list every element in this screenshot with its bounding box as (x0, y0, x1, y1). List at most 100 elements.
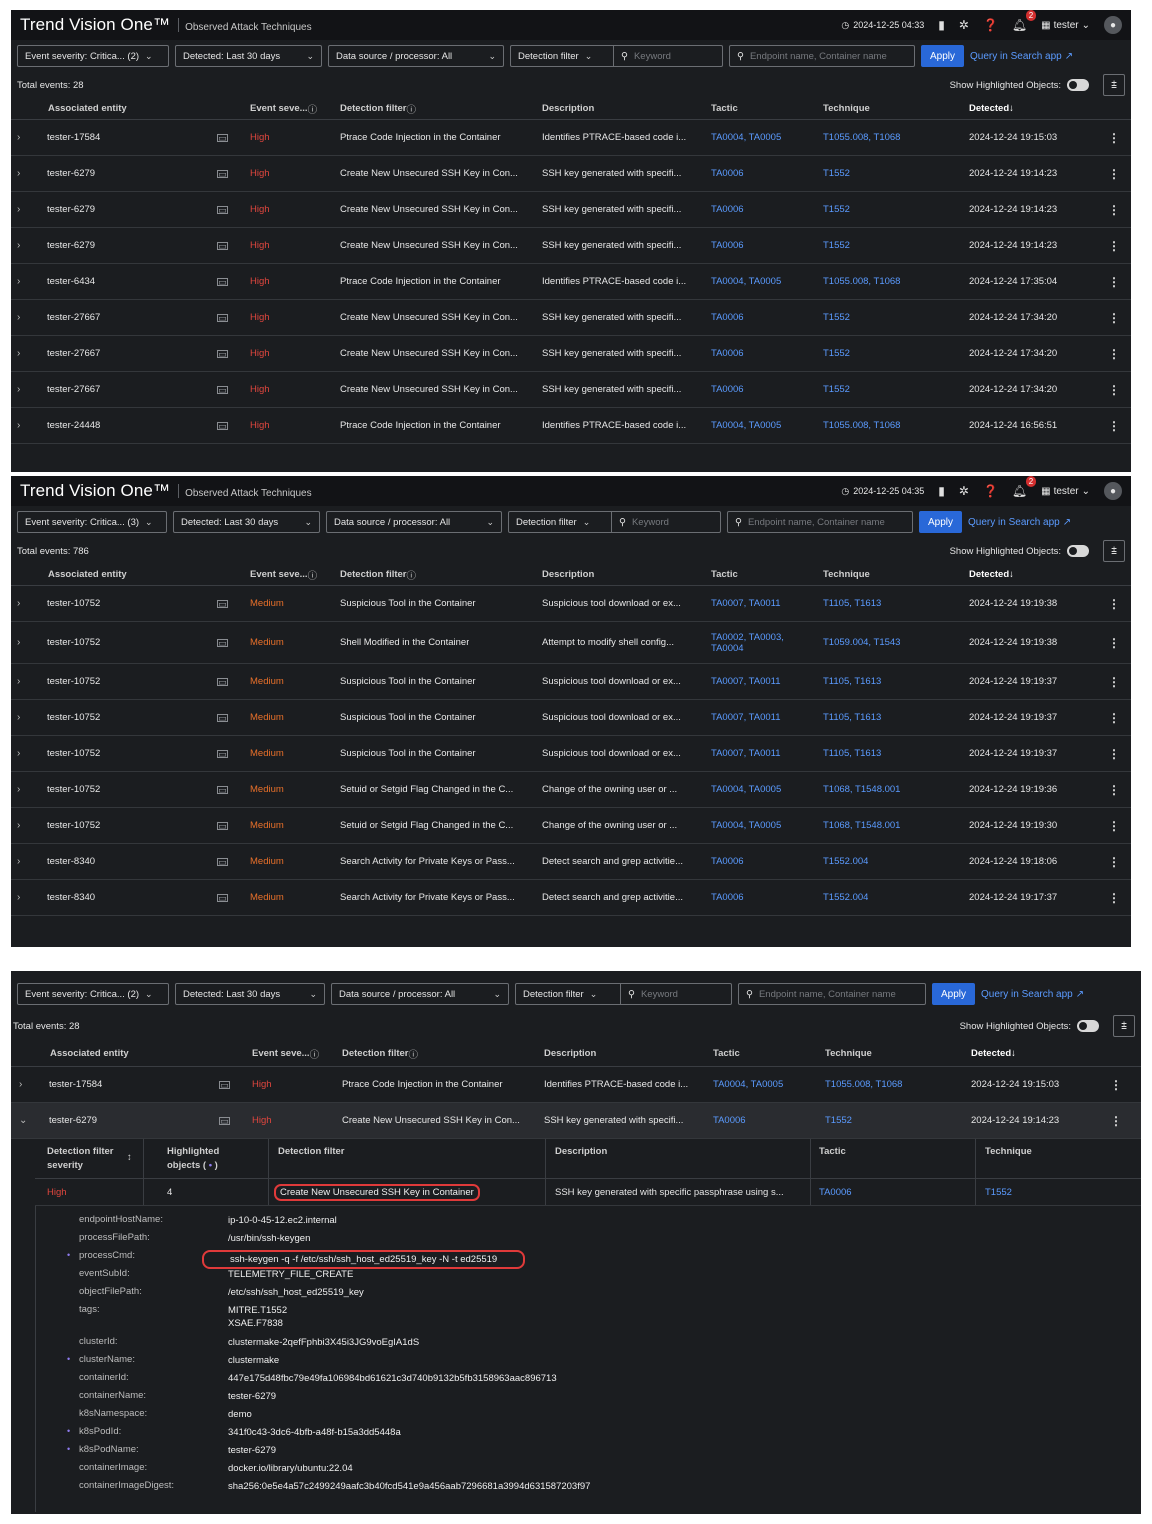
sub-detection-filter[interactable]: Create New Unsecured SSH Key in Containe… (274, 1183, 480, 1201)
detection-filter-name[interactable]: Shell Modified in the Container (340, 637, 469, 648)
detection-filter-name[interactable]: Suspicious Tool in the Container (340, 676, 476, 687)
more-actions-icon[interactable]: ⋮ (1108, 275, 1120, 289)
notification-bell-icon[interactable]: 🔔︎ 2 (1012, 476, 1037, 498)
technique-links[interactable]: T1055.008, T1068 (825, 1079, 902, 1090)
tactic-links[interactable]: TA0006 (711, 312, 744, 323)
collapse-chevron-icon[interactable]: ⌄ (19, 1115, 27, 1126)
tactic-links[interactable]: TA0002, TA0003, TA0004 (711, 632, 801, 654)
detected-filter[interactable]: Detected: Last 30 days ⌄ (173, 511, 320, 533)
apply-button[interactable]: Apply (921, 45, 965, 67)
detection-filter-name[interactable]: Search Activity for Private Keys or Pass… (340, 892, 515, 903)
more-actions-icon[interactable]: ⋮ (1108, 747, 1120, 761)
detection-filter-name[interactable]: Create New Unsecured SSH Key in Con... (340, 312, 518, 323)
technique-links[interactable]: T1552 (823, 312, 850, 323)
technique-links[interactable]: T1059.004, T1543 (823, 637, 900, 648)
table-row[interactable]: › tester-6279 ▭ High Create New Unsecured SS… (11, 156, 1131, 192)
detected-filter[interactable]: Detected: Last 30 days ⌄ (175, 983, 325, 1005)
associated-entity[interactable]: tester-6279 (47, 204, 95, 215)
data-source-filter[interactable]: Data source / processor: All ⌄ (331, 983, 509, 1005)
more-actions-icon[interactable]: ⋮ (1108, 167, 1120, 181)
col-description[interactable]: Description (544, 1041, 596, 1066)
expand-chevron-icon[interactable]: › (19, 1079, 22, 1090)
tactic-links[interactable]: TA0006 (711, 204, 744, 215)
expand-chevron-icon[interactable]: › (17, 384, 20, 395)
tactic-links[interactable]: TA0006 (711, 892, 744, 903)
endpoint-search-input[interactable]: ⚲ Endpoint name, Container name (729, 45, 915, 67)
notification-bell-icon[interactable]: 🔔︎ 2 (1012, 10, 1037, 32)
detection-filter-name[interactable]: Create New Unsecured SSH Key in Con... (340, 348, 518, 359)
tactic-links[interactable]: TA0004, TA0005 (711, 420, 781, 431)
expand-chevron-icon[interactable]: › (17, 892, 20, 903)
col-event-severity[interactable]: Event seve... ⓘ (252, 1041, 319, 1066)
detection-filter-name[interactable]: Create New Unsecured SSH Key in Con... (340, 168, 518, 179)
ai-assistant-icon[interactable]: ✲ (959, 484, 969, 498)
detection-filter-name[interactable]: Create New Unsecured SSH Key in Con... (342, 1115, 520, 1126)
table-row[interactable]: › tester-10752 ▭ Medium Shell Modified in th… (11, 622, 1131, 664)
technique-links[interactable]: T1055.008, T1068 (823, 276, 900, 287)
tactic-links[interactable]: TA0007, TA0011 (711, 748, 781, 759)
table-row[interactable]: › tester-17584 ▭ High Ptrace Code Injection … (11, 120, 1131, 156)
expand-chevron-icon[interactable]: › (17, 748, 20, 759)
detail-table-row[interactable]: High 4 Create New Unsecured SSH Key in Con… (35, 1179, 1141, 1206)
associated-entity[interactable]: tester-10752 (47, 820, 100, 831)
detection-filter-name[interactable]: Suspicious Tool in the Container (340, 598, 476, 609)
sub-technique-link[interactable]: T1552 (985, 1187, 1012, 1198)
expand-chevron-icon[interactable]: › (17, 820, 20, 831)
more-actions-icon[interactable]: ⋮ (1108, 855, 1120, 869)
associated-entity[interactable]: tester-27667 (47, 348, 100, 359)
endpoint-search-input[interactable]: ⚲ Endpoint name, Container name (727, 511, 913, 533)
technique-links[interactable]: T1552 (823, 240, 850, 251)
technique-links[interactable]: T1552 (823, 348, 850, 359)
detected-filter[interactable]: Detected: Last 30 days ⌄ (175, 45, 322, 67)
data-source-filter[interactable]: Data source / processor: All ⌄ (328, 45, 504, 67)
associated-entity[interactable]: tester-27667 (47, 384, 100, 395)
col-tactic[interactable]: Tactic (711, 564, 738, 585)
col-detected[interactable]: Detected ↓ (969, 564, 1014, 585)
associated-entity[interactable]: tester-10752 (47, 712, 100, 723)
col-description[interactable]: Description (542, 98, 594, 119)
sort-desc-icon[interactable]: ↓ (1011, 1048, 1016, 1059)
severity-filter[interactable]: Event severity: Critica... (3) ⌄ (17, 511, 167, 533)
query-search-app-link[interactable]: Query in Search app ↗ (968, 517, 1071, 528)
more-actions-icon[interactable]: ⋮ (1108, 636, 1120, 650)
expand-chevron-icon[interactable]: › (17, 168, 20, 179)
table-row[interactable]: › tester-6434 ▭ High Ptrace Code Injection i… (11, 264, 1131, 300)
expand-chevron-icon[interactable]: › (17, 856, 20, 867)
col-associated-entity[interactable]: Associated entity (48, 98, 127, 119)
tactic-links[interactable]: TA0007, TA0011 (711, 712, 781, 723)
technique-links[interactable]: T1055.008, T1068 (823, 420, 900, 431)
clear-filter-icon[interactable]: ⩲ (1113, 1015, 1135, 1037)
more-actions-icon[interactable]: ⋮ (1108, 239, 1120, 253)
associated-entity[interactable]: tester-6279 (49, 1115, 97, 1126)
keyword-input[interactable]: ⚲ Keyword (612, 511, 721, 533)
col-event-severity[interactable]: Event seve... ⓘ (250, 564, 317, 585)
highlight-toggle[interactable] (1067, 545, 1089, 557)
associated-entity[interactable]: tester-24448 (47, 420, 100, 431)
expand-chevron-icon[interactable]: › (17, 348, 20, 359)
table-row[interactable]: › tester-27667 ▭ High Create New Unsecured S… (11, 300, 1131, 336)
associated-entity[interactable]: tester-8340 (47, 856, 95, 867)
data-source-filter[interactable]: Data source / processor: All ⌄ (326, 511, 502, 533)
detection-filter-name[interactable]: Suspicious Tool in the Container (340, 712, 476, 723)
table-row[interactable]: › tester-27667 ▭ High Create New Unsecured S… (11, 372, 1131, 408)
expand-chevron-icon[interactable]: › (17, 312, 20, 323)
col-tactic[interactable]: Tactic (711, 98, 738, 119)
tactic-links[interactable]: TA0006 (711, 856, 744, 867)
sub-col-severity[interactable]: Detection filter severity ↕ (47, 1145, 132, 1173)
col-detected[interactable]: Detected ↓ (971, 1041, 1016, 1066)
technique-links[interactable]: T1068, T1548.001 (823, 784, 900, 795)
tactic-links[interactable]: TA0006 (711, 348, 744, 359)
table-row[interactable]: › tester-8340 ▭ Medium Search Activity for P… (11, 844, 1131, 880)
detection-filter-name[interactable]: Ptrace Code Injection in the Container (340, 420, 501, 431)
expand-chevron-icon[interactable]: › (17, 676, 20, 687)
more-actions-icon[interactable]: ⋮ (1108, 711, 1120, 725)
sort-desc-icon[interactable]: ↓ (1009, 103, 1014, 114)
sub-col-detection-filter[interactable]: Detection filter (278, 1145, 345, 1159)
bookmark-icon[interactable]: ▮ (938, 18, 945, 32)
more-actions-icon[interactable]: ⋮ (1110, 1114, 1122, 1128)
sub-col-tactic[interactable]: Tactic (819, 1145, 846, 1159)
tactic-links[interactable]: TA0006 (711, 168, 744, 179)
table-row[interactable]: › tester-24448 ▭ High Ptrace Code Injection … (11, 408, 1131, 444)
associated-entity[interactable]: tester-6434 (47, 276, 95, 287)
associated-entity[interactable]: tester-8340 (47, 892, 95, 903)
